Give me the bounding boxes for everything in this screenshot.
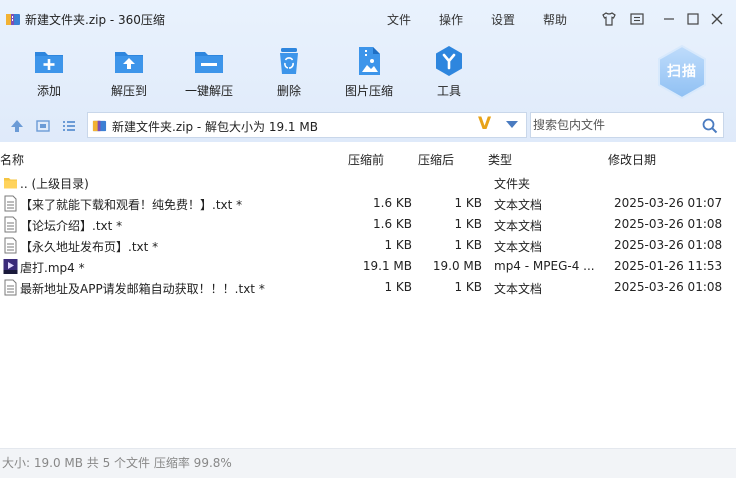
message-icon xyxy=(630,13,644,25)
column-date[interactable]: 修改日期 xyxy=(608,151,656,168)
column-name[interactable]: 名称 xyxy=(0,151,24,168)
add-icon xyxy=(35,52,63,73)
file-compressed-size: 19.0 MB xyxy=(432,259,482,273)
maximize-icon xyxy=(687,13,699,25)
file-size: 1.6 KB xyxy=(373,217,412,231)
table-row[interactable]: 虐打.mp4 * 19.1 MB 19.0 MB mp4 - MPEG-4 ..… xyxy=(0,256,736,277)
text-file-icon xyxy=(4,216,17,233)
file-date: 2025-03-26 01:08 xyxy=(614,217,723,231)
text-file-icon xyxy=(4,237,17,254)
file-compressed-size: 1 KB xyxy=(454,280,482,294)
minimize-icon xyxy=(664,18,674,20)
extract-to-label: 解压到 xyxy=(110,84,147,98)
column-type[interactable]: 类型 xyxy=(488,151,512,168)
tools-button[interactable]: 工具 xyxy=(414,40,484,100)
title-bar: 新建文件夹.zip - 360压缩 文件 操作 设置 帮助 xyxy=(0,0,736,38)
extract-to-button[interactable]: 解压到 xyxy=(94,40,164,100)
search-input[interactable] xyxy=(533,116,693,134)
menu-file[interactable]: 文件 xyxy=(387,11,411,28)
vip-badge-icon[interactable]: V xyxy=(478,114,491,134)
address-row: 新建文件夹.zip - 解包大小为 19.1 MB V xyxy=(0,110,736,140)
window-title: 新建文件夹.zip - 360压缩 xyxy=(25,13,165,27)
close-icon xyxy=(711,13,723,25)
column-header: 名称 压缩前 压缩后 类型 修改日期 xyxy=(0,149,736,169)
text-file-icon xyxy=(4,279,17,296)
tools-label: 工具 xyxy=(436,84,461,98)
scan-label: 扫描 xyxy=(667,64,697,80)
file-size: 19.1 MB xyxy=(362,259,412,273)
menu-operation[interactable]: 操作 xyxy=(439,11,463,28)
one-click-extract-button[interactable]: 一键解压 xyxy=(174,40,244,100)
one-click-extract-icon xyxy=(195,52,223,73)
add-button[interactable]: 添加 xyxy=(14,40,84,100)
close-button[interactable] xyxy=(708,10,726,28)
minimize-button[interactable] xyxy=(660,10,678,28)
column-size[interactable]: 压缩前 xyxy=(348,151,384,168)
search-box xyxy=(530,112,724,138)
text-file-icon xyxy=(4,195,17,212)
file-name: 【论坛介绍】.txt * xyxy=(20,219,123,233)
menu-settings[interactable]: 设置 xyxy=(491,11,515,28)
file-compressed-size: 1 KB xyxy=(454,238,482,252)
zip-archive-icon xyxy=(92,120,107,132)
file-name: 【永久地址发布页】.txt * xyxy=(20,240,159,254)
file-date: 2025-01-26 11:53 xyxy=(614,259,723,273)
parent-directory-row[interactable]: .. (上级目录) 文件夹 xyxy=(0,172,736,193)
toolbar: 添加 解压到 一键解压 删除 图片压缩 工具 扫描 xyxy=(0,40,736,100)
file-size: 1.6 KB xyxy=(373,196,412,210)
delete-button[interactable]: 删除 xyxy=(254,40,324,100)
feedback-button[interactable] xyxy=(628,10,646,28)
file-type: 文本文档 xyxy=(494,198,543,212)
image-compress-icon xyxy=(359,47,380,75)
menu-help[interactable]: 帮助 xyxy=(543,11,567,28)
image-compress-label: 图片压缩 xyxy=(344,84,393,98)
file-type: 文本文档 xyxy=(494,282,543,296)
file-size: 1 KB xyxy=(384,238,412,252)
maximize-button[interactable] xyxy=(684,10,702,28)
add-label: 添加 xyxy=(36,84,61,98)
status-bar: 大小: 19.0 MB 共 5 个文件 压缩率 99.8% xyxy=(0,448,736,478)
up-arrow-icon[interactable] xyxy=(9,118,25,134)
thumbnail-view-icon[interactable] xyxy=(35,118,51,134)
file-name: 最新地址及APP请发邮箱自动获取！！！.txt * xyxy=(20,282,265,296)
file-type: mp4 - MPEG-4 ... xyxy=(494,259,595,273)
file-date: 2025-03-26 01:08 xyxy=(614,280,723,294)
search-icon[interactable] xyxy=(701,117,719,135)
file-type: 文本文档 xyxy=(494,219,543,233)
zip-archive-icon xyxy=(6,14,20,25)
column-compressed[interactable]: 压缩后 xyxy=(418,151,454,168)
status-text: 大小: 19.0 MB 共 5 个文件 压缩率 99.8% xyxy=(2,456,232,470)
trash-icon xyxy=(280,48,298,74)
extract-to-icon xyxy=(115,52,143,73)
video-file-icon xyxy=(3,259,18,274)
file-name: 虐打.mp4 * xyxy=(20,261,85,275)
delete-label: 删除 xyxy=(276,84,301,98)
skin-button[interactable] xyxy=(600,10,618,28)
file-type: 文件夹 xyxy=(494,177,531,191)
file-size: 1 KB xyxy=(384,280,412,294)
table-row[interactable]: 【论坛介绍】.txt * 1.6 KB 1 KB 文本文档 2025-03-26… xyxy=(0,214,736,235)
file-compressed-size: 1 KB xyxy=(454,217,482,231)
chevron-down-icon[interactable] xyxy=(506,121,518,128)
file-compressed-size: 1 KB xyxy=(454,196,482,210)
file-name: .. (上级目录) xyxy=(20,177,89,191)
one-click-extract-label: 一键解压 xyxy=(184,84,233,98)
file-name: 【来了就能下载和观看！纯免费！】.txt * xyxy=(20,198,243,212)
address-text: 新建文件夹.zip - 解包大小为 19.1 MB xyxy=(112,120,318,134)
file-date: 2025-03-26 01:07 xyxy=(614,196,723,210)
list-view-icon[interactable] xyxy=(61,118,77,134)
file-type: 文本文档 xyxy=(494,240,543,254)
image-compress-button[interactable]: 图片压缩 xyxy=(334,40,404,100)
folder-icon xyxy=(4,178,17,189)
table-row[interactable]: 【永久地址发布页】.txt * 1 KB 1 KB 文本文档 2025-03-2… xyxy=(0,235,736,256)
address-bar[interactable]: 新建文件夹.zip - 解包大小为 19.1 MB V xyxy=(87,112,527,138)
tools-icon xyxy=(436,46,462,76)
file-date: 2025-03-26 01:08 xyxy=(614,238,723,252)
shirt-icon xyxy=(602,12,616,26)
table-row[interactable]: 最新地址及APP请发邮箱自动获取！！！.txt * 1 KB 1 KB 文本文档… xyxy=(0,277,736,298)
table-row[interactable]: 【来了就能下载和观看！纯免费！】.txt * 1.6 KB 1 KB 文本文档 … xyxy=(0,193,736,214)
